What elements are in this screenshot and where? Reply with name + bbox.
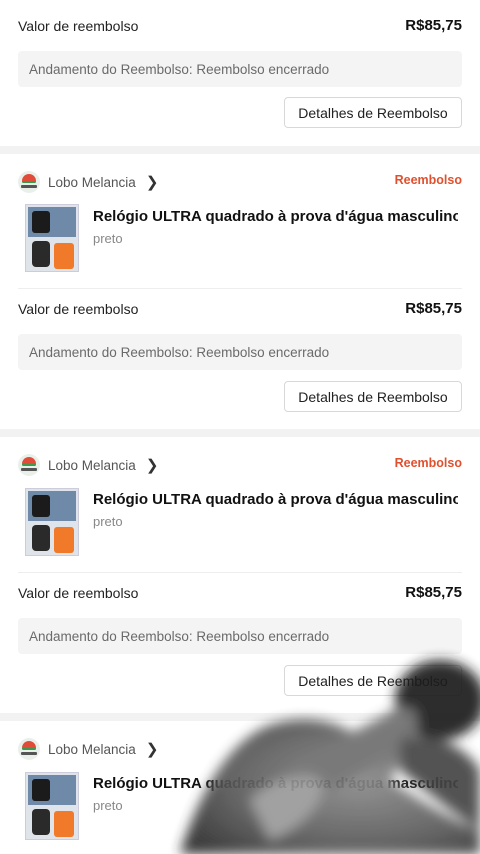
- product-title[interactable]: Relógio ULTRA quadrado à prova d'água ma…: [93, 208, 458, 225]
- order-card: Lobo Melancia ❯ Reembolso Relógio ULTRA …: [0, 437, 480, 713]
- product-variant: preto: [93, 798, 123, 813]
- shop-name: Lobo Melancia: [48, 174, 136, 190]
- chevron-right-icon: ❯: [145, 174, 159, 191]
- product-variant: preto: [93, 514, 123, 529]
- product-title[interactable]: Relógio ULTRA quadrado à prova d'água ma…: [93, 775, 458, 792]
- refund-label: Valor de reembolso: [18, 584, 139, 601]
- refund-row: Valor de reembolso R$85,75: [18, 584, 462, 601]
- refund-amount: R$85,75: [405, 17, 462, 34]
- shop-link[interactable]: Lobo Melancia ❯: [18, 738, 158, 760]
- shop-name: Lobo Melancia: [48, 457, 136, 473]
- product-image[interactable]: [25, 488, 79, 556]
- chevron-right-icon: ❯: [145, 741, 159, 758]
- divider: [18, 288, 462, 289]
- order-card: Valor de reembolso R$85,75 Andamento do …: [0, 0, 480, 146]
- refund-amount: R$85,75: [405, 584, 462, 601]
- shop-link[interactable]: Lobo Melancia ❯: [18, 171, 158, 193]
- order-status: Reembolso: [394, 173, 462, 187]
- chevron-right-icon: ❯: [145, 457, 159, 474]
- refund-row: Valor de reembolso R$85,75: [18, 300, 462, 317]
- order-status: Reembolso: [394, 456, 462, 470]
- order-card: Lobo Melancia ❯ Reembolso Relógio ULTRA …: [0, 154, 480, 429]
- refund-progress: Andamento do Reembolso: Reembolso encerr…: [18, 51, 462, 87]
- refund-amount: R$85,75: [405, 300, 462, 317]
- shop-name: Lobo Melancia: [48, 741, 136, 757]
- refund-row: Valor de reembolso R$85,75: [18, 17, 462, 34]
- shop-logo: [18, 171, 40, 193]
- divider: [18, 572, 462, 573]
- shop-logo: [18, 454, 40, 476]
- refund-details-button[interactable]: Detalhes de Reembolso: [284, 381, 462, 412]
- shop-link[interactable]: Lobo Melancia ❯: [18, 454, 158, 476]
- product-title[interactable]: Relógio ULTRA quadrado à prova d'água ma…: [93, 491, 458, 508]
- product-image[interactable]: [25, 204, 79, 272]
- refund-details-button[interactable]: Detalhes de Reembolso: [284, 97, 462, 128]
- product-variant: preto: [93, 231, 123, 246]
- product-image[interactable]: [25, 772, 79, 840]
- refund-label: Valor de reembolso: [18, 17, 139, 34]
- order-card: Lobo Melancia ❯ Relógio ULTRA quadrado à…: [0, 721, 480, 854]
- shop-logo: [18, 738, 40, 760]
- refund-details-button[interactable]: Detalhes de Reembolso: [284, 665, 462, 696]
- refund-label: Valor de reembolso: [18, 300, 139, 317]
- refund-progress: Andamento do Reembolso: Reembolso encerr…: [18, 334, 462, 370]
- refund-progress: Andamento do Reembolso: Reembolso encerr…: [18, 618, 462, 654]
